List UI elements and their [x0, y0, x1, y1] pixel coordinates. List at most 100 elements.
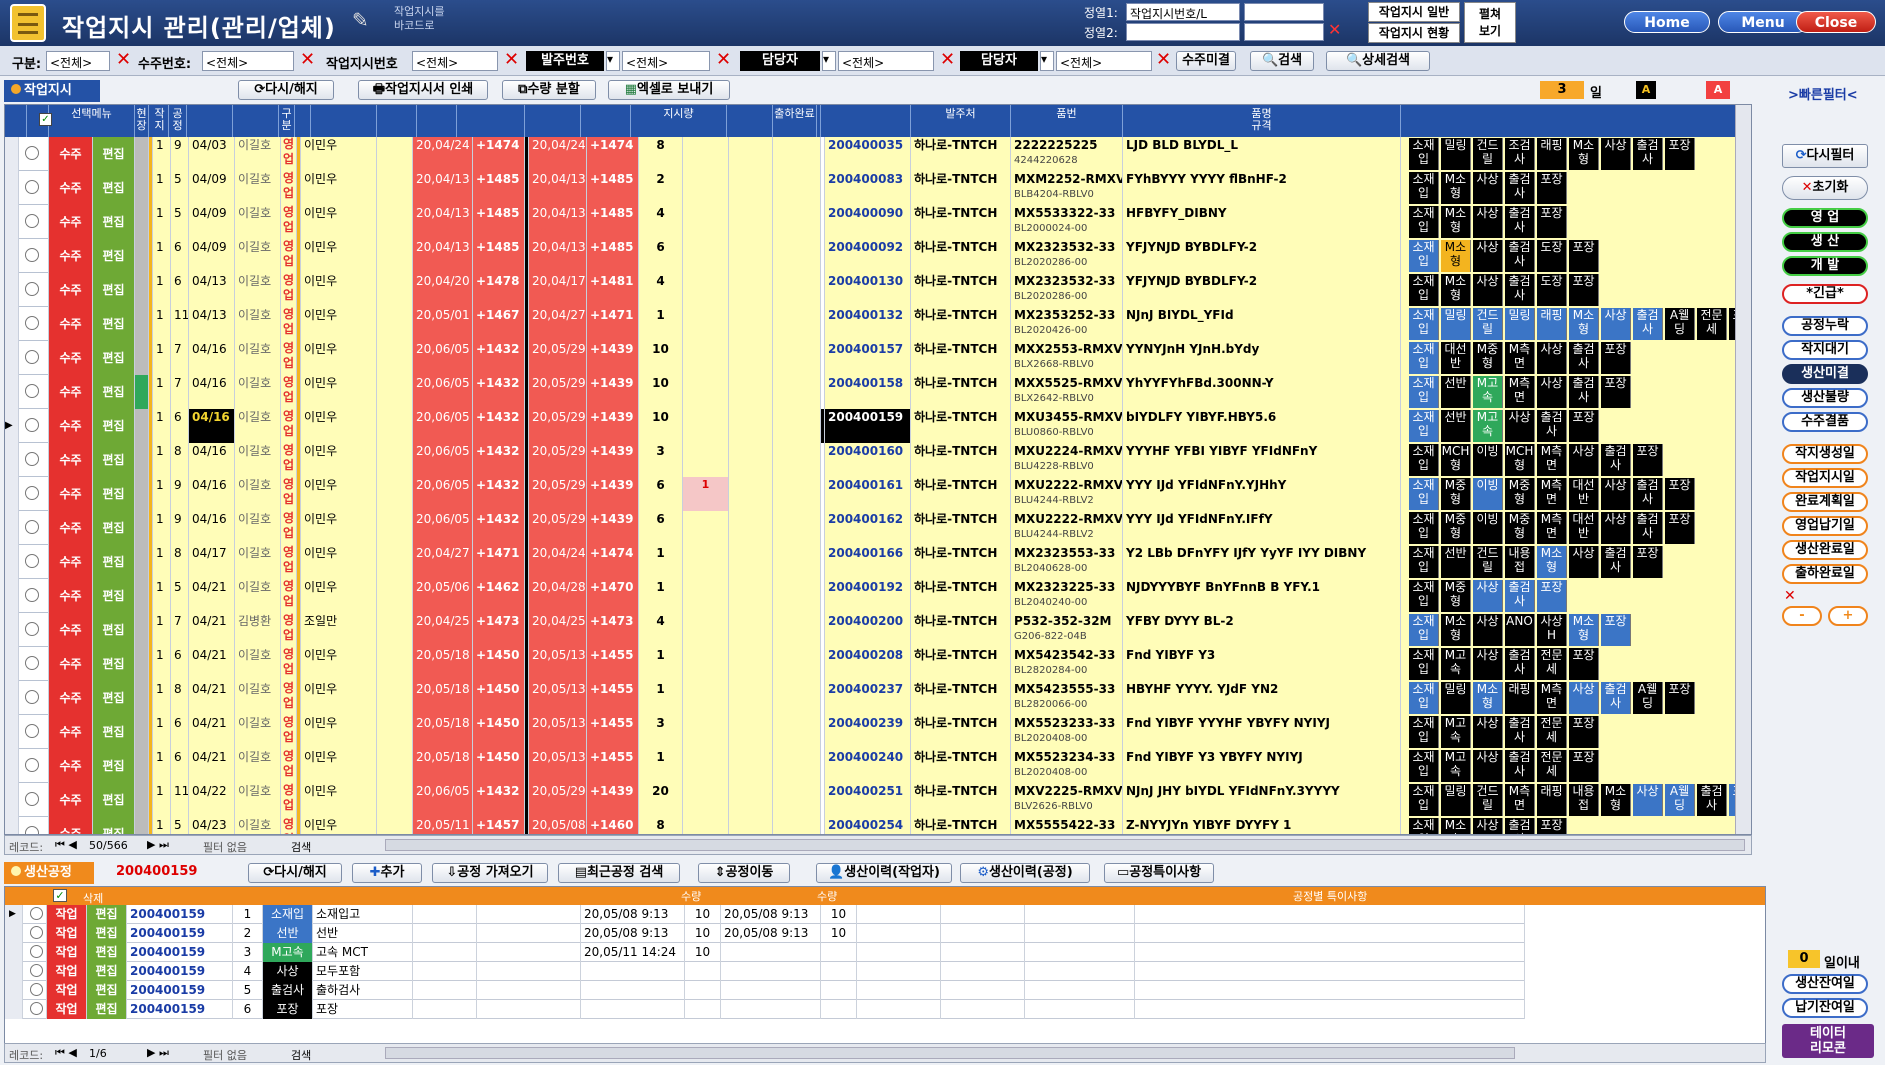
edit-button[interactable]: 편집 [93, 749, 135, 783]
sort2-select[interactable] [1126, 23, 1240, 41]
sort-prod-done-button[interactable]: 생산완료일 [1782, 540, 1868, 560]
process-badge[interactable]: 출검 사 [1505, 206, 1535, 238]
edit-button[interactable]: 편집 [93, 647, 135, 681]
process-badge[interactable]: 래핑 [1537, 138, 1567, 170]
process-badge[interactable]: 소재 입 [1409, 376, 1439, 408]
process-badge[interactable]: 출검 사 [1633, 138, 1663, 170]
process-work-no[interactable]: 200400159 [127, 981, 233, 1000]
row-radio[interactable] [19, 681, 49, 715]
process-badge[interactable]: 사상 [1473, 240, 1503, 272]
process-badge[interactable]: 사상 [1473, 172, 1503, 204]
process-badge[interactable]: 포장 [1537, 206, 1567, 238]
record-position-1[interactable]: 50/566 [89, 839, 128, 852]
process-badge[interactable]: 건드 릴 [1473, 546, 1503, 578]
row-radio-circle[interactable] [25, 452, 39, 466]
process-badge[interactable]: 전문 세 [1537, 648, 1567, 680]
process-badge[interactable]: 포장 [1569, 240, 1599, 272]
clear-sort-x-icon[interactable]: ✕ [1784, 588, 1796, 604]
row-radio[interactable] [19, 545, 49, 579]
process-badge[interactable]: 소재 입 [1409, 240, 1439, 272]
process-badge[interactable]: 선반 [1441, 546, 1471, 578]
badge-a-black[interactable]: A [1636, 81, 1656, 99]
row-radio-circle[interactable] [25, 622, 39, 636]
grid-header-col-22[interactable]: 품번 [1011, 105, 1123, 137]
row-radio[interactable] [19, 341, 49, 375]
process-edit-button[interactable]: 편집 [87, 943, 127, 962]
process-badge[interactable]: M소 형 [1569, 614, 1599, 646]
process-badge[interactable]: 대선 반 [1569, 478, 1599, 510]
row-radio-circle[interactable] [25, 316, 39, 330]
process-badge[interactable]: 소재 입 [1409, 410, 1439, 442]
work-order-no[interactable]: 200400157 [825, 341, 911, 375]
order-button[interactable]: 수주 [49, 307, 93, 341]
edit-button[interactable]: 편집 [93, 239, 135, 273]
process-badge[interactable]: 소재 입 [1409, 818, 1439, 834]
process-badge[interactable]: 전문 세 [1537, 716, 1567, 748]
process-badge[interactable]: 포장 [1537, 580, 1567, 612]
process-badge[interactable]: 건드 릴 [1473, 308, 1503, 340]
sort1-select[interactable]: 작업지시번호/L [1126, 3, 1240, 21]
process-badge[interactable]: 건드 릴 [1473, 784, 1503, 816]
work-no-input[interactable]: <전체> [412, 51, 498, 71]
work-button[interactable]: 작업 [47, 905, 87, 924]
filter-wait-button[interactable]: 작지대기 [1782, 340, 1868, 360]
process-badge[interactable]: 이빙 [1473, 512, 1503, 544]
work-order-no[interactable]: 200400035 [825, 137, 911, 171]
row-radio[interactable] [19, 443, 49, 477]
table-row[interactable]: 수주 편집 1 6 04/21 이길호 영업 이민우 20,05/18 +1450 20,05/13… [5, 647, 1751, 681]
work-order-no[interactable]: 200400251 [825, 783, 911, 817]
grid-header-col-10[interactable] [297, 105, 377, 137]
reset-button[interactable]: ✕초기화 [1782, 176, 1868, 200]
home-button[interactable]: Home [1624, 11, 1710, 33]
edit-button[interactable]: 편집 [93, 783, 135, 817]
order-button[interactable]: 수주 [49, 375, 93, 409]
process-badge[interactable]: 포장 [1665, 138, 1695, 170]
grid-header-col-14[interactable] [525, 105, 581, 137]
process-edit-button[interactable]: 편집 [87, 981, 127, 1000]
row-radio[interactable] [19, 205, 49, 239]
process-badge[interactable]: M중 형 [1441, 580, 1471, 612]
grid-header-col-24[interactable] [1401, 105, 1751, 137]
row-radio[interactable] [19, 817, 49, 834]
table-row[interactable]: 수주편집 1504/23이길호영업이민우 20,05/11+145720,05/08… [5, 817, 1751, 834]
refresh-button[interactable]: ⟳다시/해지 [238, 80, 334, 100]
edit-button[interactable]: 편집 [93, 341, 135, 375]
process-badge[interactable]: 사상 [1473, 750, 1503, 782]
record-search-1[interactable]: 검색 [291, 839, 311, 855]
clear-work-no-icon[interactable]: ✕ [504, 49, 519, 70]
process-badge[interactable]: M소 형 [1569, 308, 1599, 340]
grid-header-col-3[interactable]: 현장 [135, 105, 149, 137]
po-input[interactable]: <전체> [622, 51, 710, 71]
process-note[interactable] [1135, 1000, 1525, 1019]
row-radio[interactable] [19, 273, 49, 307]
process-badge[interactable]: 전문 세 [1697, 308, 1727, 340]
process-badge[interactable]: 출검 사 [1505, 274, 1535, 306]
process-row-radio[interactable] [23, 981, 47, 1000]
process-badge[interactable]: M고 속 [1441, 648, 1471, 680]
process-badge[interactable]: 대선 반 [1441, 342, 1471, 374]
edit-button[interactable]: 편집 [93, 817, 135, 834]
process-row-radio[interactable] [23, 962, 47, 981]
order-button[interactable]: 수주 [49, 783, 93, 817]
export-excel-button[interactable]: ▦엑셀로 보내기 [608, 80, 730, 100]
row-radio-circle[interactable] [25, 146, 39, 160]
order-button[interactable]: 수주 [49, 443, 93, 477]
work-order-no[interactable]: 200400090 [825, 205, 911, 239]
menu-button[interactable]: Menu [1718, 11, 1808, 33]
edit-button[interactable]: 편집 [93, 137, 135, 171]
grid-header-col-21[interactable]: 발주처 [911, 105, 1011, 137]
process-badge[interactable]: 소재 입 [1409, 342, 1439, 374]
process-row-radio[interactable] [23, 905, 47, 924]
process-badge[interactable]: 포장 [1665, 682, 1695, 714]
work-order-no[interactable]: 200400132 [825, 307, 911, 341]
work-button[interactable]: 작업 [47, 943, 87, 962]
process-badge[interactable]: 소재 입 [1409, 478, 1439, 510]
process-badge[interactable]: 출검 사 [1505, 716, 1535, 748]
proc-refresh-button[interactable]: ⟳다시/해지 [248, 863, 342, 883]
process-edit-button[interactable]: 편집 [87, 1000, 127, 1019]
po-dropdown-icon[interactable]: ▾ [606, 51, 620, 71]
filter-urgent-button[interactable]: *긴급* [1782, 284, 1868, 304]
order-button[interactable]: 수주 [49, 545, 93, 579]
work-order-no[interactable]: 200400159 [825, 409, 911, 443]
process-badge[interactable]: 소재 입 [1409, 138, 1439, 170]
